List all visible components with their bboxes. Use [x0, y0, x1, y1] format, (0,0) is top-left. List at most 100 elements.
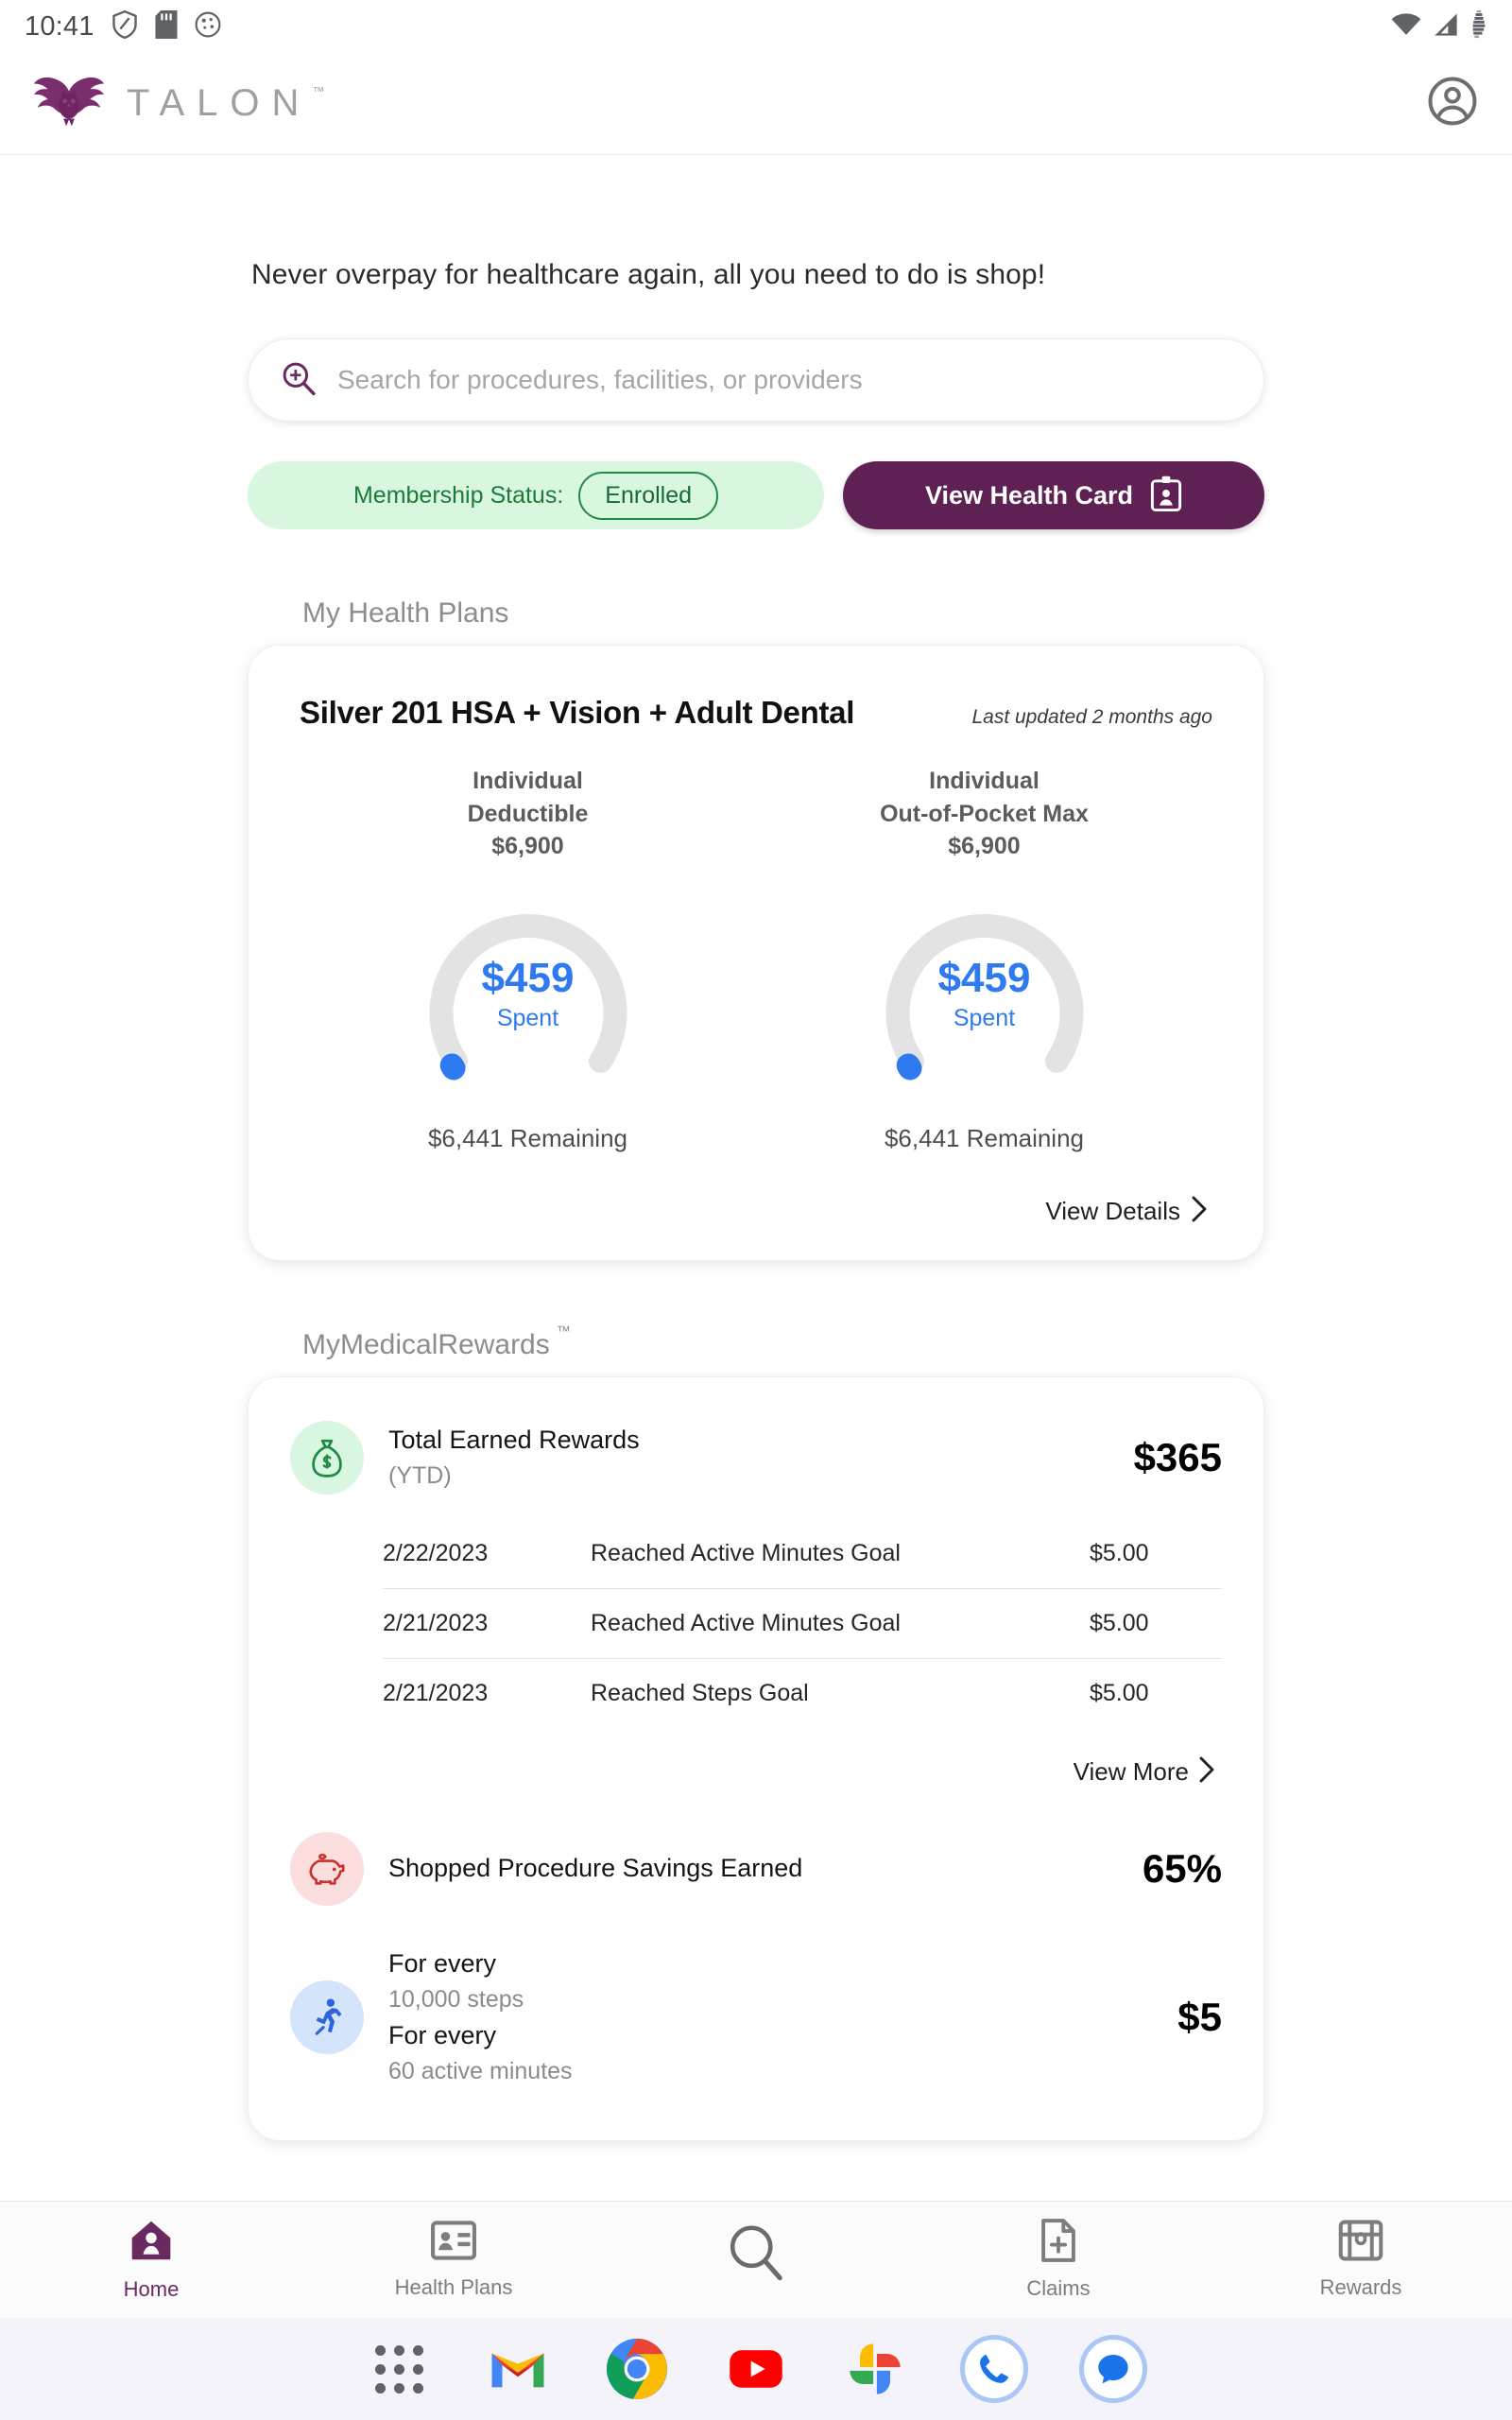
gauge-remaining: $6,441 Remaining [427, 1123, 628, 1152]
bottom-navigation-bar: Home Health Plans Claims Rewards [0, 2201, 1512, 2318]
view-details-button[interactable]: View Details [300, 1195, 1212, 1228]
chrome-icon[interactable] [603, 2335, 671, 2403]
shopped-savings-title: Shopped Procedure Savings Earned [388, 1854, 803, 1882]
gauge-title-line2: Out-of-Pocket Max [880, 800, 1089, 827]
shield-icon [112, 9, 138, 43]
view-more-button[interactable]: View More [290, 1755, 1222, 1789]
table-row[interactable]: 2/22/2023 Reached Active Minutes Goal $5… [383, 1519, 1222, 1589]
gauge-title-line2: Deductible [467, 800, 589, 827]
membership-row: Membership Status: Enrolled View Health … [248, 461, 1264, 529]
gauge-title: Individual Deductible $6,900 [468, 765, 589, 863]
nav-item-health-plans[interactable]: Health Plans [302, 2220, 605, 2300]
home-person-icon [129, 2218, 174, 2268]
phone-screen: 10:41 TALON ™ Never overpay for healthca… [0, 0, 1512, 2420]
total-earned-rewards-row: Total Earned Rewards (YTD) $365 [290, 1420, 1222, 1495]
plan-last-updated: Last updated 2 months ago [971, 706, 1212, 728]
sd-card-icon [155, 9, 178, 43]
phone-icon-ring [960, 2335, 1028, 2403]
nav-label-health-plans: Health Plans [394, 2275, 513, 2299]
gauge-out-of-pocket-max: Individual Out-of-Pocket Max $6,900 $459… [756, 765, 1212, 1153]
nav-item-rewards[interactable]: Rewards [1210, 2220, 1512, 2300]
view-more-label: View More [1073, 1756, 1189, 1786]
id-card-icon [431, 2220, 477, 2266]
view-health-card-label: View Health Card [924, 480, 1134, 510]
row-description: Reached Active Minutes Goal [591, 1609, 901, 1636]
plan-name: Silver 201 HSA + Vision + Adult Dental [300, 695, 855, 730]
rewards-section-label: MyMedicalRewards ™ [302, 1323, 571, 1361]
gauge-limit: $6,900 [948, 833, 1021, 859]
shopped-savings-value: 65% [1142, 1845, 1222, 1891]
chevron-right-icon [1197, 1755, 1216, 1789]
total-earned-rewards-title: Total Earned Rewards [388, 1425, 640, 1454]
zoom-in-search-icon [281, 360, 317, 401]
activity-title-steps: For every [388, 1948, 497, 1978]
membership-status-label: Membership Status: [352, 481, 564, 509]
gauge-deductible: Individual Deductible $6,900 $459 Spent [300, 765, 756, 1153]
account-circle-icon[interactable] [1427, 76, 1478, 131]
brand-trademark: ™ [312, 84, 325, 98]
row-description: Reached Active Minutes Goal [591, 1539, 901, 1566]
battery-bars-icon [1470, 9, 1487, 43]
app-drawer-icon[interactable] [365, 2335, 433, 2403]
status-bar-clock: 10:41 [25, 10, 94, 42]
nav-item-home[interactable]: Home [0, 2218, 302, 2302]
gmail-icon[interactable] [484, 2335, 552, 2403]
shopped-savings-row: Shopped Procedure Savings Earned 65% [290, 1831, 1222, 1906]
phone-icon[interactable] [960, 2335, 1028, 2403]
money-bag-icon [290, 1420, 364, 1495]
row-date: 2/21/2023 [383, 1609, 489, 1636]
brand-wordmark: TALON ™ [127, 82, 324, 125]
total-earned-rewards-value: $365 [1133, 1434, 1222, 1479]
wifi-icon [1391, 12, 1421, 41]
rewards-card: Total Earned Rewards (YTD) $365 2/22/202… [248, 1375, 1264, 2141]
health-plan-card[interactable]: Silver 201 HSA + Vision + Adult Dental L… [248, 645, 1264, 1261]
nav-label-claims: Claims [1026, 2276, 1091, 2300]
rewards-section-title: MyMedicalRewards [302, 1328, 550, 1360]
table-row[interactable]: 2/21/2023 Reached Active Minutes Goal $5… [383, 1589, 1222, 1659]
hero-tagline: Never overpay for healthcare again, all … [251, 259, 1046, 290]
row-date: 2/22/2023 [383, 1539, 489, 1566]
rewards-trademark: ™ [556, 1322, 571, 1340]
piggy-bank-icon [290, 1831, 364, 1906]
brand-logo[interactable]: TALON ™ [32, 72, 324, 135]
gauge-ring: $459 Spent [859, 874, 1110, 1111]
treasure-chest-icon [1338, 2220, 1383, 2266]
gauge-limit: $6,900 [491, 833, 564, 859]
id-badge-icon [1150, 475, 1182, 516]
nav-label-rewards: Rewards [1319, 2275, 1402, 2299]
status-bar-left: 10:41 [25, 9, 221, 43]
document-plus-icon [1039, 2219, 1078, 2267]
row-amount: $5.00 [1090, 1680, 1149, 1706]
messages-icon[interactable] [1079, 2335, 1147, 2403]
search-icon [727, 2223, 785, 2287]
app-header: TALON ™ [0, 53, 1512, 155]
rewards-activity-table: 2/22/2023 Reached Active Minutes Goal $5… [383, 1519, 1222, 1729]
google-photos-icon[interactable] [841, 2335, 909, 2403]
gauge-title-line1: Individual [929, 768, 1040, 794]
membership-status-value: Enrolled [578, 471, 719, 520]
health-plans-section-label: My Health Plans [302, 597, 509, 629]
activity-subtitle-steps: 10,000 steps [388, 1985, 524, 2013]
nav-label-home: Home [123, 2277, 180, 2301]
shopped-savings-text: Shopped Procedure Savings Earned [388, 1854, 802, 1883]
table-row[interactable]: 2/21/2023 Reached Steps Goal $5.00 [383, 1659, 1222, 1729]
search-placeholder: Search for procedures, facilities, or pr… [337, 365, 863, 394]
nav-item-search[interactable] [605, 2223, 907, 2296]
brand-name: TALON [127, 82, 312, 124]
cookie-icon [195, 11, 221, 43]
chevron-right-icon [1190, 1195, 1209, 1228]
gauge-ring: $459 Spent [403, 874, 654, 1111]
cellular-signal-icon [1433, 12, 1459, 42]
view-health-card-button[interactable]: View Health Card [843, 461, 1264, 529]
activity-rewards-value: $5 [1177, 1994, 1222, 2039]
android-status-bar: 10:41 [0, 0, 1512, 53]
row-description: Reached Steps Goal [591, 1680, 809, 1706]
view-details-label: View Details [1045, 1196, 1180, 1225]
search-input[interactable]: Search for procedures, facilities, or pr… [248, 338, 1264, 422]
row-amount: $5.00 [1090, 1609, 1149, 1636]
youtube-icon[interactable] [722, 2335, 790, 2403]
nav-item-claims[interactable]: Claims [907, 2219, 1210, 2301]
activity-rewards-row: For every 10,000 steps For every 60 acti… [290, 1949, 1222, 2085]
